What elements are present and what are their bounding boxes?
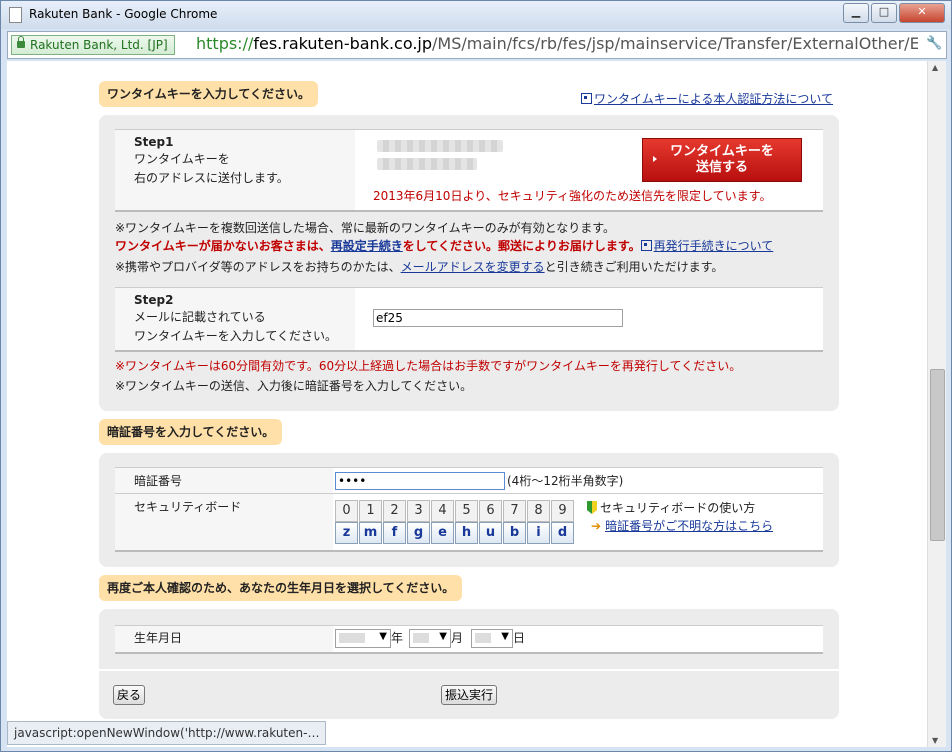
birth-month-select[interactable]: ▼	[409, 629, 451, 648]
board-key-1[interactable]: m	[359, 522, 382, 544]
scroll-down-icon[interactable]: ▼	[932, 736, 938, 745]
board-key-4[interactable]: e	[431, 522, 454, 544]
page-icon	[9, 7, 22, 23]
month-unit: 月	[451, 631, 464, 645]
note-order: ※ワンタイムキーの送信、入力後に暗証番号を入力してください。	[115, 379, 473, 393]
address-bar[interactable]: Rakuten Bank, Ltd. [JP] https://fes.raku…	[7, 31, 947, 59]
dropdown-arrow-icon: ▼	[501, 631, 509, 642]
close-button[interactable]: ✕	[899, 3, 945, 23]
arrow-right-icon	[653, 156, 657, 162]
board-key-3[interactable]: g	[407, 522, 430, 544]
step2-row: Step2 メールに記載されている ワンタイムキーを入力してください。	[115, 287, 823, 352]
board-digit-3: 3	[407, 500, 430, 522]
beginner-mark-icon	[587, 501, 597, 514]
step2-line2: ワンタイムキーを入力してください。	[134, 329, 338, 343]
day-unit: 日	[513, 631, 526, 645]
board-digit-2: 2	[383, 500, 406, 522]
onetime-key-input[interactable]	[373, 309, 623, 327]
board-key-8[interactable]: i	[527, 522, 550, 544]
board-digit-1: 1	[359, 500, 382, 522]
security-board-label: セキュリティボード	[134, 500, 242, 514]
reissue-help-link[interactable]: 再発行手続きについて	[640, 239, 773, 253]
dropdown-arrow-icon: ▼	[379, 631, 387, 642]
pin-hint: (4桁〜12桁半角数字)	[507, 474, 624, 488]
arrow-right-icon: ➔	[591, 519, 602, 533]
browser-window: Rakuten Bank - Google Chrome ▁ □ ✕ Rakut…	[0, 0, 952, 752]
step1-line2: 右のアドレスに送付します。	[134, 171, 289, 185]
send-onetime-key-button[interactable]: ワンタイムキーを 送信する	[642, 138, 802, 182]
minimize-button[interactable]: ▁	[843, 3, 869, 23]
url-text[interactable]: https://fes.rakuten-bank.co.jp/MS/main/f…	[196, 34, 918, 54]
maximize-button[interactable]: □	[871, 3, 897, 23]
scroll-up-icon[interactable]: ▲	[932, 63, 938, 72]
execute-transfer-button[interactable]: 振込実行	[441, 685, 497, 705]
board-key-0[interactable]: z	[335, 522, 358, 544]
ev-certificate-badge[interactable]: Rakuten Bank, Ltd. [JP]	[11, 35, 175, 55]
status-bar: javascript:openNewWindow('http://www.rak…	[7, 721, 327, 745]
onetime-key-tab: ワンタイムキーを入力してください。	[99, 81, 319, 107]
note-mobile-address: ※携帯やプロバイダ等のアドレスをお持ちのかたは、メールアドレスを変更すると引き続…	[115, 260, 724, 274]
birth-day-select[interactable]: ▼	[471, 629, 513, 648]
pin-input[interactable]	[335, 472, 505, 490]
wrench-icon[interactable]: 🔧	[926, 35, 942, 53]
ev-label: Rakuten Bank, Ltd. [JP]	[30, 38, 168, 52]
board-help-link[interactable]: セキュリティボードの使い方	[587, 500, 755, 517]
step1-title: Step1	[134, 135, 174, 149]
board-key-9[interactable]: d	[551, 522, 574, 544]
note-multiple-send: ※ワンタイムキーを複数回送信した場合、常に最新のワンタイムキーのみが有効となりま…	[115, 221, 616, 235]
back-button[interactable]: 戻る	[113, 685, 145, 705]
masked-email	[377, 140, 503, 152]
popup-icon	[581, 93, 592, 104]
step2-title: Step2	[134, 293, 174, 307]
board-digit-6: 6	[479, 500, 502, 522]
pin-rows: 暗証番号 (4桁〜12桁半角数字) セキュリティボード 0123456789 z…	[115, 467, 823, 552]
window-title: Rakuten Bank - Google Chrome	[29, 7, 218, 21]
board-digit-9: 9	[551, 500, 574, 522]
pin-label: 暗証番号	[134, 474, 183, 488]
note-not-received: ワンタイムキーが届かないお客さまは、再設定手続きをしてください。郵送によりお届け…	[115, 239, 774, 253]
pin-tab: 暗証番号を入力してください。	[99, 419, 283, 445]
send-notice: 2013年6月10日より、セキュリティ強化のため送信先を限定しています。	[373, 189, 772, 203]
board-digit-4: 4	[431, 500, 454, 522]
board-digit-5: 5	[455, 500, 478, 522]
note-validity: ※ワンタイムキーは60分間有効です。60分以上経過した場合はお手数ですがワンタイ…	[115, 359, 742, 373]
dropdown-arrow-icon: ▼	[439, 631, 447, 642]
popup-icon	[640, 240, 652, 251]
reset-procedure-link[interactable]: 再設定手続き	[331, 239, 403, 253]
birthdate-tab: 再度ご本人確認のため、あなたの生年月日を選択してください。	[99, 575, 463, 601]
lock-icon	[17, 36, 25, 48]
title-bar: Rakuten Bank - Google Chrome ▁ □ ✕	[1, 1, 951, 29]
step1-line1: ワンタイムキーを	[134, 152, 230, 166]
board-digit-7: 7	[503, 500, 526, 522]
change-email-link[interactable]: メールアドレスを変更する	[401, 260, 545, 274]
birthdate-label: 生年月日	[134, 631, 183, 645]
birthdate-row: 生年月日 ▼ 年 ▼ 月 ▼ 日	[115, 625, 823, 654]
board-digit-8: 8	[527, 500, 550, 522]
year-unit: 年	[391, 631, 404, 645]
step1-row: Step1 ワンタイムキーを 右のアドレスに送付します。 ワンタイムキーを 送信…	[115, 129, 823, 212]
board-digit-0: 0	[335, 500, 358, 522]
scrollbar-thumb[interactable]	[930, 369, 945, 541]
onetime-key-help-link[interactable]: ワンタイムキーによる本人認証方法について	[581, 91, 833, 107]
birth-year-select[interactable]: ▼	[335, 629, 391, 648]
forgot-pin-link[interactable]: ➔ 暗証番号がご不明な方はこちら	[591, 518, 773, 535]
vertical-scrollbar[interactable]: ▲ ▼	[927, 61, 946, 747]
board-key-6[interactable]: u	[479, 522, 502, 544]
page-viewport: ワンタイムキーを入力してください。 ワンタイムキーによる本人認証方法について S…	[7, 61, 927, 747]
masked-email-2	[377, 158, 477, 170]
step2-line1: メールに記載されている	[134, 310, 266, 324]
board-key-7[interactable]: b	[503, 522, 526, 544]
board-key-2[interactable]: f	[383, 522, 406, 544]
board-key-5[interactable]: h	[455, 522, 478, 544]
